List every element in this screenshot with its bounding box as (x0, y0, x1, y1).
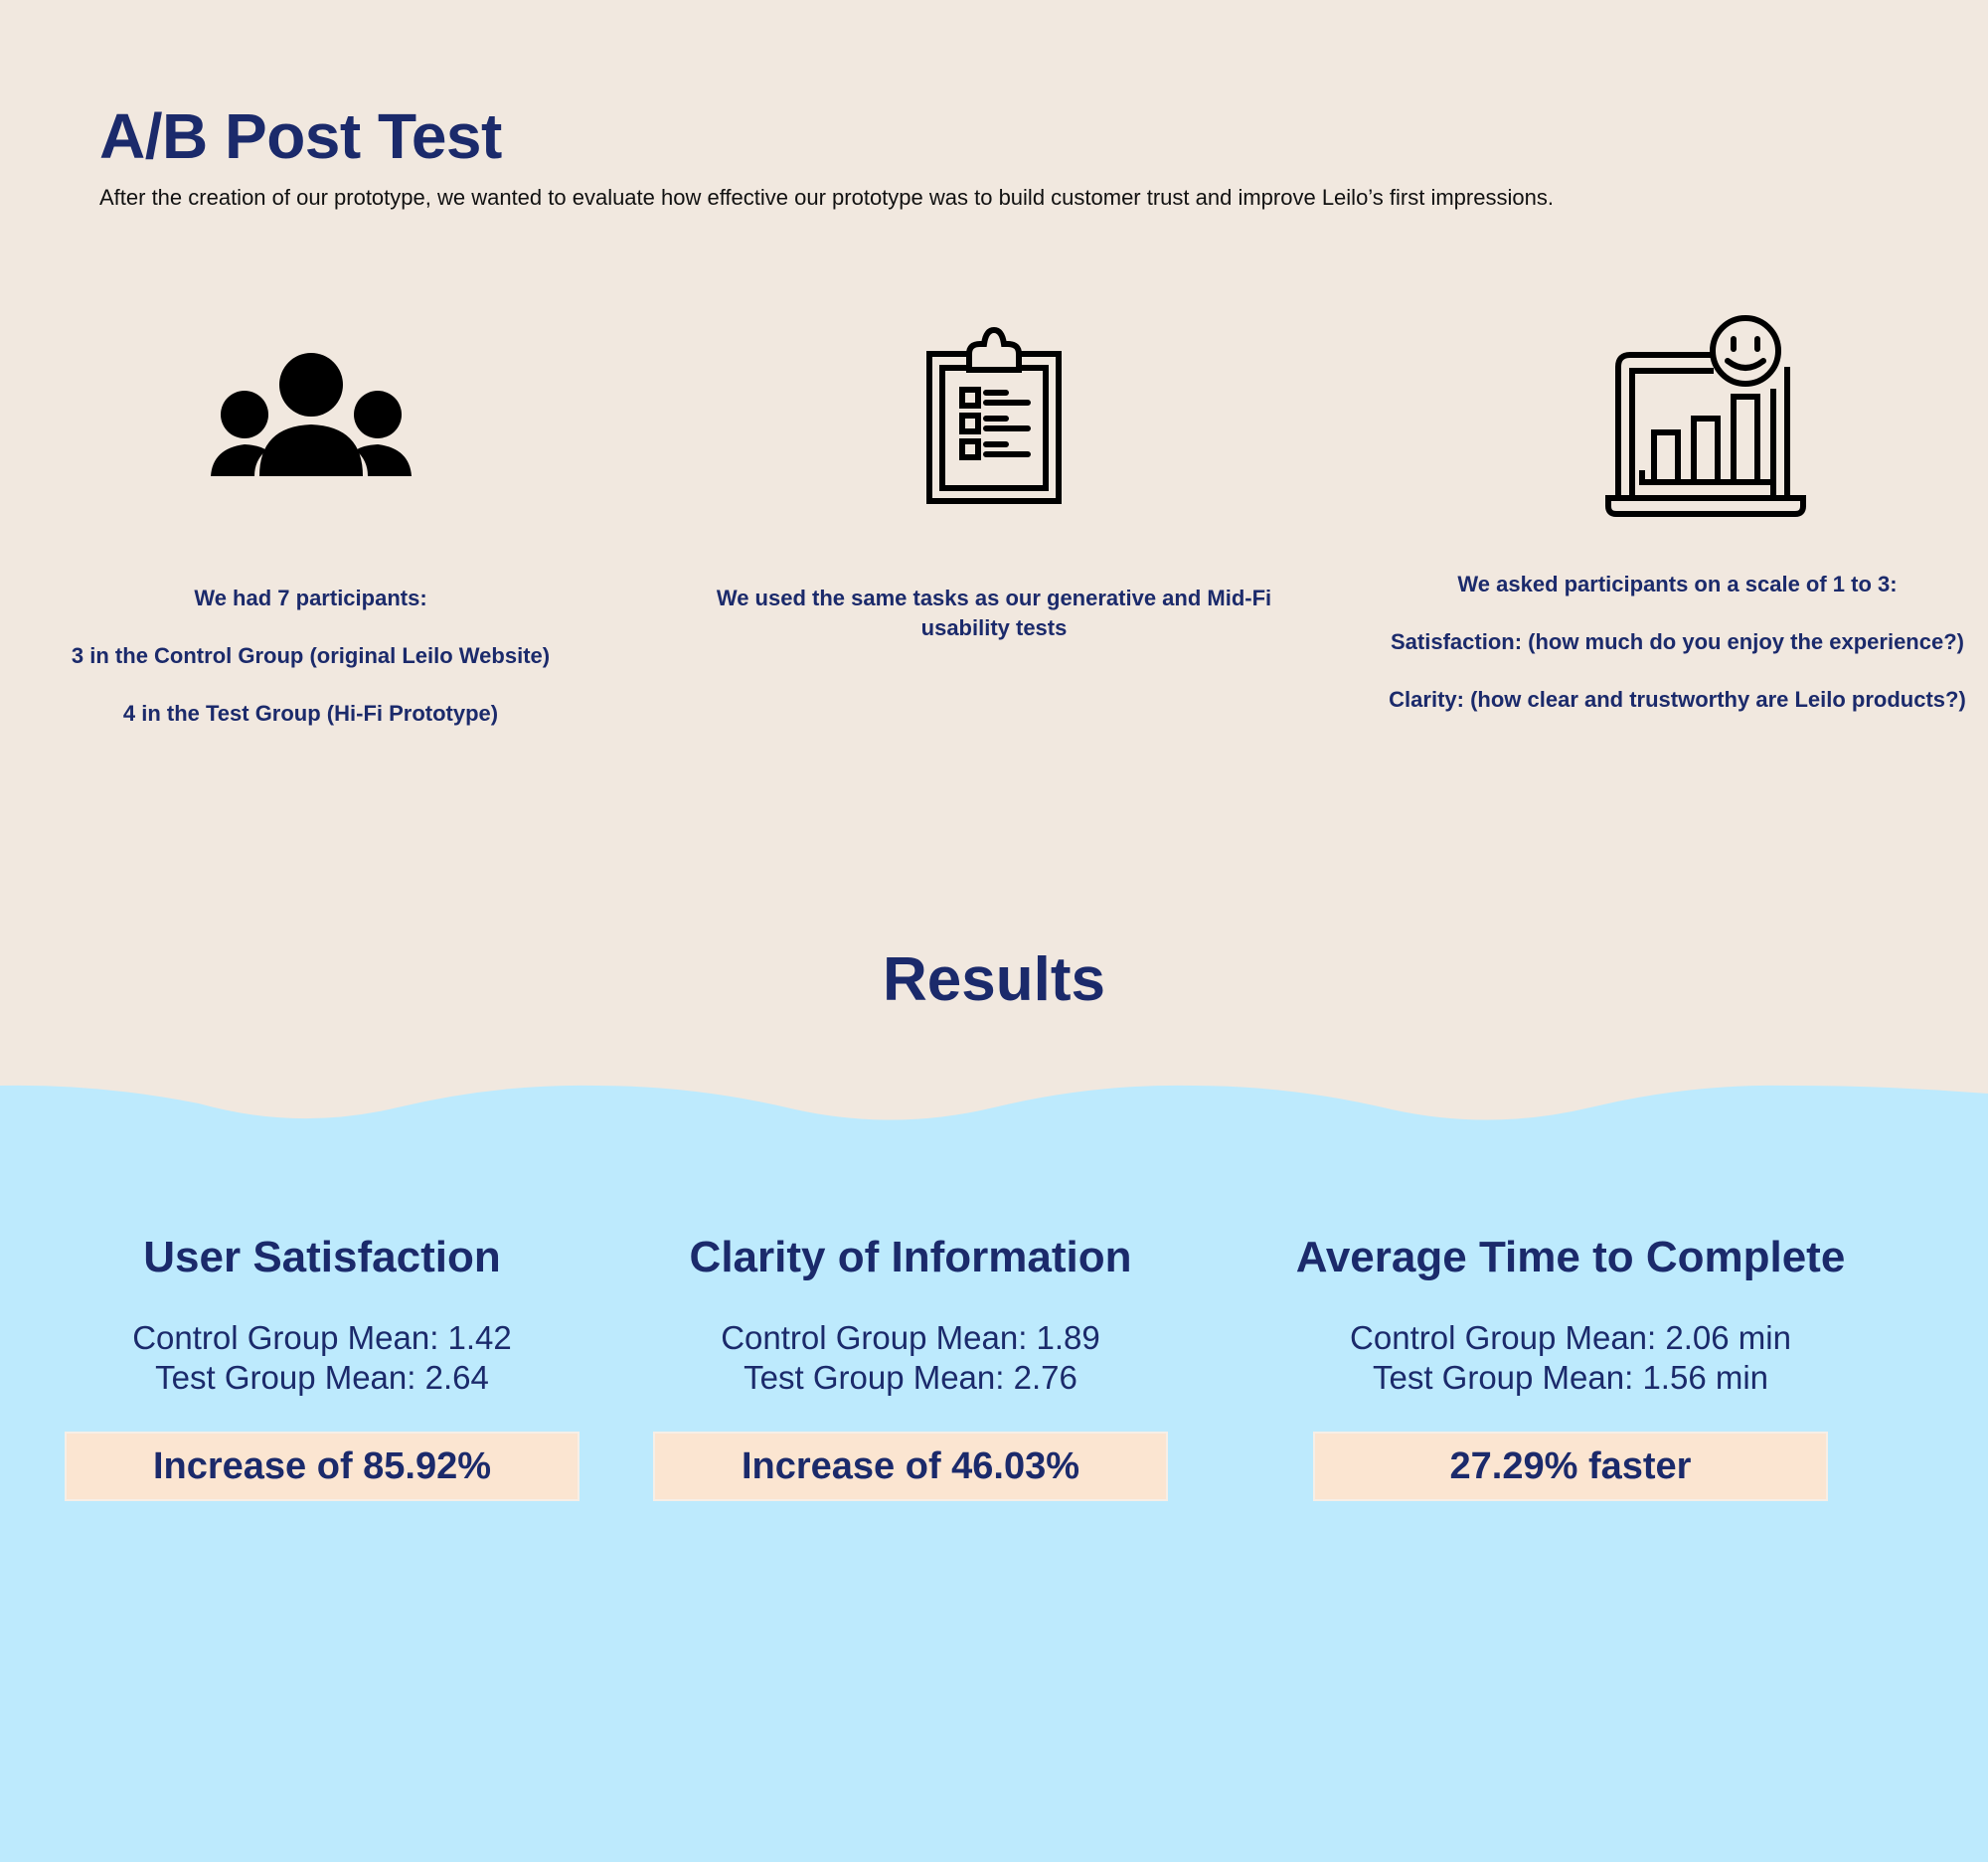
metric-title: Clarity of Information (689, 1233, 1132, 1281)
intro-text: After the creation of our prototype, we … (99, 185, 1554, 210)
scale-line: Clarity: (how clear and trustworthy are … (1389, 687, 1966, 712)
people-group-icon (211, 353, 412, 478)
tasks-line: We used the same tasks as our generative… (716, 586, 1272, 640)
metric-control: Control Group Mean: 1.89 (721, 1319, 1100, 1356)
laptop-chart-smiley-icon (1604, 313, 1807, 517)
scale-line: We asked participants on a scale of 1 to… (1457, 572, 1898, 596)
metric-title: Average Time to Complete (1295, 1233, 1846, 1281)
metric-user-satisfaction: User Satisfaction Control Group Mean: 1.… (65, 1233, 580, 1398)
metric-average-time: Average Time to Complete Control Group M… (1247, 1233, 1894, 1398)
metric-clarity: Clarity of Information Control Group Mea… (653, 1233, 1168, 1398)
metric-control: Control Group Mean: 1.42 (132, 1319, 512, 1356)
clipboard-checklist-icon (924, 326, 1064, 505)
metric-highlight-box: Increase of 85.92% (65, 1432, 580, 1501)
scale-column: We asked participants on a scale of 1 to… (1372, 570, 1983, 743)
metric-highlight-box: Increase of 46.03% (653, 1432, 1168, 1501)
page-title: A/B Post Test (99, 100, 502, 172)
participants-line: 3 in the Control Group (original Leilo W… (71, 643, 551, 668)
scale-line: Satisfaction: (how much do you enjoy the… (1391, 629, 1964, 654)
metric-test: Test Group Mean: 2.64 (155, 1359, 489, 1396)
metric-test: Test Group Mean: 1.56 min (1372, 1359, 1769, 1396)
metric-test: Test Group Mean: 2.76 (744, 1359, 1077, 1396)
participants-line: We had 7 participants: (194, 586, 427, 610)
metric-title: User Satisfaction (143, 1233, 501, 1281)
tasks-column: We used the same tasks as our generative… (696, 584, 1292, 671)
metric-control: Control Group Mean: 2.06 min (1350, 1319, 1791, 1356)
participants-line: 4 in the Test Group (Hi-Fi Prototype) (122, 701, 499, 726)
results-title: Results (883, 945, 1105, 1014)
participants-column: We had 7 participants: 3 in the Control … (40, 584, 581, 757)
metric-highlight-box: 27.29% faster (1313, 1432, 1828, 1501)
